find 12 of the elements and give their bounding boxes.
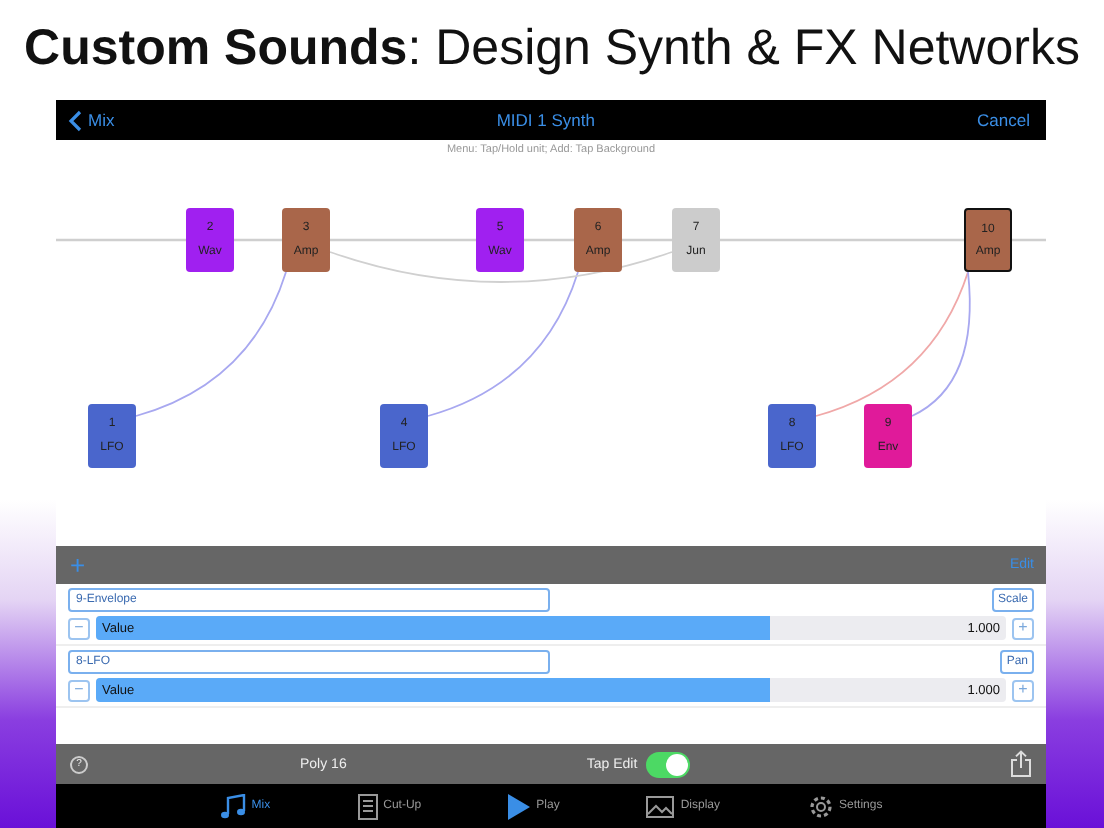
share-icon[interactable] — [1010, 750, 1032, 778]
chevron-left-icon — [68, 109, 82, 131]
headline: Custom Sounds: Design Synth & FX Networks — [22, 17, 1082, 79]
music-note-icon — [219, 793, 246, 819]
image-icon — [646, 795, 675, 817]
back-button[interactable]: Mix — [68, 109, 115, 131]
screen-title: MIDI 1 Synth — [496, 110, 595, 130]
play-icon — [508, 793, 531, 819]
tap-edit-toggle[interactable] — [645, 751, 690, 777]
cancel-button[interactable]: Cancel — [977, 110, 1030, 130]
settings-icon — [807, 793, 834, 819]
document-icon — [357, 793, 378, 819]
